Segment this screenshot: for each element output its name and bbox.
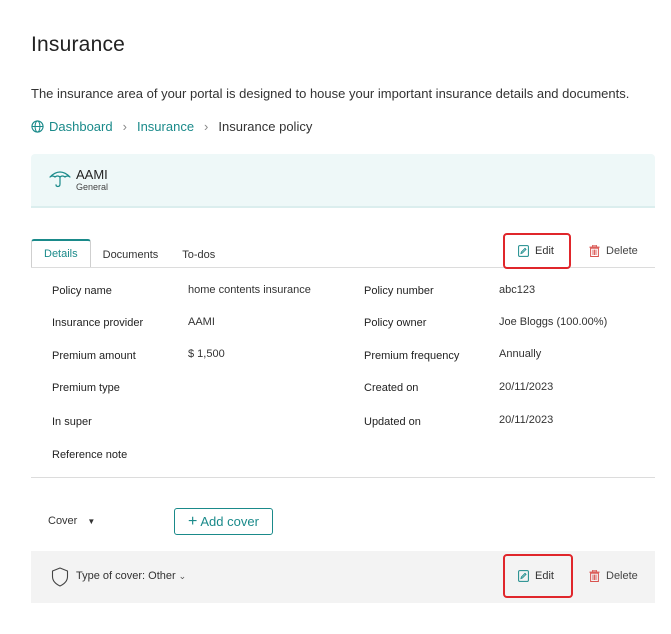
edit-policy-button[interactable]: Edit (518, 245, 554, 257)
breadcrumb-current: Insurance policy (218, 119, 313, 134)
policy-provider-name: AAMI (76, 167, 108, 182)
field-label-policy-owner: Policy owner (364, 317, 427, 329)
field-value-premium-amount: $ 1,500 (188, 348, 225, 360)
breadcrumb: Dashboard › Insurance › Insurance policy (31, 119, 312, 134)
field-value-policy-owner: Joe Bloggs (100.00%) (499, 316, 608, 328)
page-description: The insurance area of your portal is des… (31, 86, 630, 101)
cover-dropdown[interactable]: Cover ▼ (48, 515, 95, 527)
add-cover-label: Add cover (200, 514, 259, 529)
field-value-updated-on: 20/11/2023 (499, 414, 554, 426)
chevron-right-icon: › (204, 119, 209, 134)
plus-icon: + (188, 512, 198, 530)
tab-documents[interactable]: Documents (91, 242, 171, 268)
field-label-reference-note: Reference note (52, 449, 128, 461)
shield-icon (51, 567, 69, 587)
field-label-premium-amount: Premium amount (52, 350, 136, 362)
field-value-policy-name: home contents insurance (188, 284, 311, 296)
delete-cover-button[interactable]: Delete (589, 570, 638, 582)
cover-type-label[interactable]: Type of cover: Other ⌄ (76, 570, 186, 582)
trash-icon (589, 245, 600, 257)
caret-down-icon: ▼ (87, 516, 96, 526)
chevron-right-icon: › (122, 119, 127, 134)
field-label-policy-number: Policy number (364, 285, 434, 297)
field-label-created-on: Created on (364, 382, 419, 394)
delete-label: Delete (606, 245, 638, 257)
field-label-policy-name: Policy name (52, 285, 112, 297)
section-divider (31, 477, 655, 478)
chevron-down-icon: ⌄ (178, 571, 187, 581)
globe-icon (31, 120, 44, 133)
field-value-created-on: 20/11/2023 (499, 381, 554, 393)
edit-label: Edit (535, 570, 554, 582)
delete-policy-button[interactable]: Delete (589, 245, 638, 257)
add-cover-button[interactable]: + Add cover (174, 508, 273, 535)
page-title: Insurance (31, 33, 126, 56)
policy-header-card: AAMI General (31, 154, 655, 208)
edit-document-icon (518, 245, 529, 257)
breadcrumb-dashboard-link[interactable]: Dashboard (49, 119, 113, 134)
field-label-premium-frequency: Premium frequency (364, 350, 460, 362)
edit-document-icon (518, 570, 529, 582)
breadcrumb-insurance-link[interactable]: Insurance (137, 119, 194, 134)
field-label-premium-type: Premium type (52, 382, 120, 394)
field-label-insurance-provider: Insurance provider (52, 317, 144, 329)
cover-type-text: Type of cover: Other (76, 570, 176, 582)
field-value-policy-number: abc123 (499, 284, 536, 296)
umbrella-icon (49, 171, 71, 188)
tab-details[interactable]: Details (31, 239, 91, 268)
field-label-updated-on: Updated on (364, 416, 421, 428)
detail-tabs: Details Documents To-dos (31, 239, 227, 268)
tab-todos[interactable]: To-dos (170, 242, 227, 268)
edit-cover-button[interactable]: Edit (518, 570, 554, 582)
field-value-premium-frequency: Annually (499, 348, 542, 360)
edit-label: Edit (535, 245, 554, 257)
trash-icon (589, 570, 600, 582)
policy-type: General (76, 182, 109, 192)
cover-dropdown-label: Cover (48, 515, 78, 527)
field-value-insurance-provider: AAMI (188, 316, 215, 328)
field-label-in-super: In super (52, 416, 92, 428)
delete-label: Delete (606, 570, 638, 582)
